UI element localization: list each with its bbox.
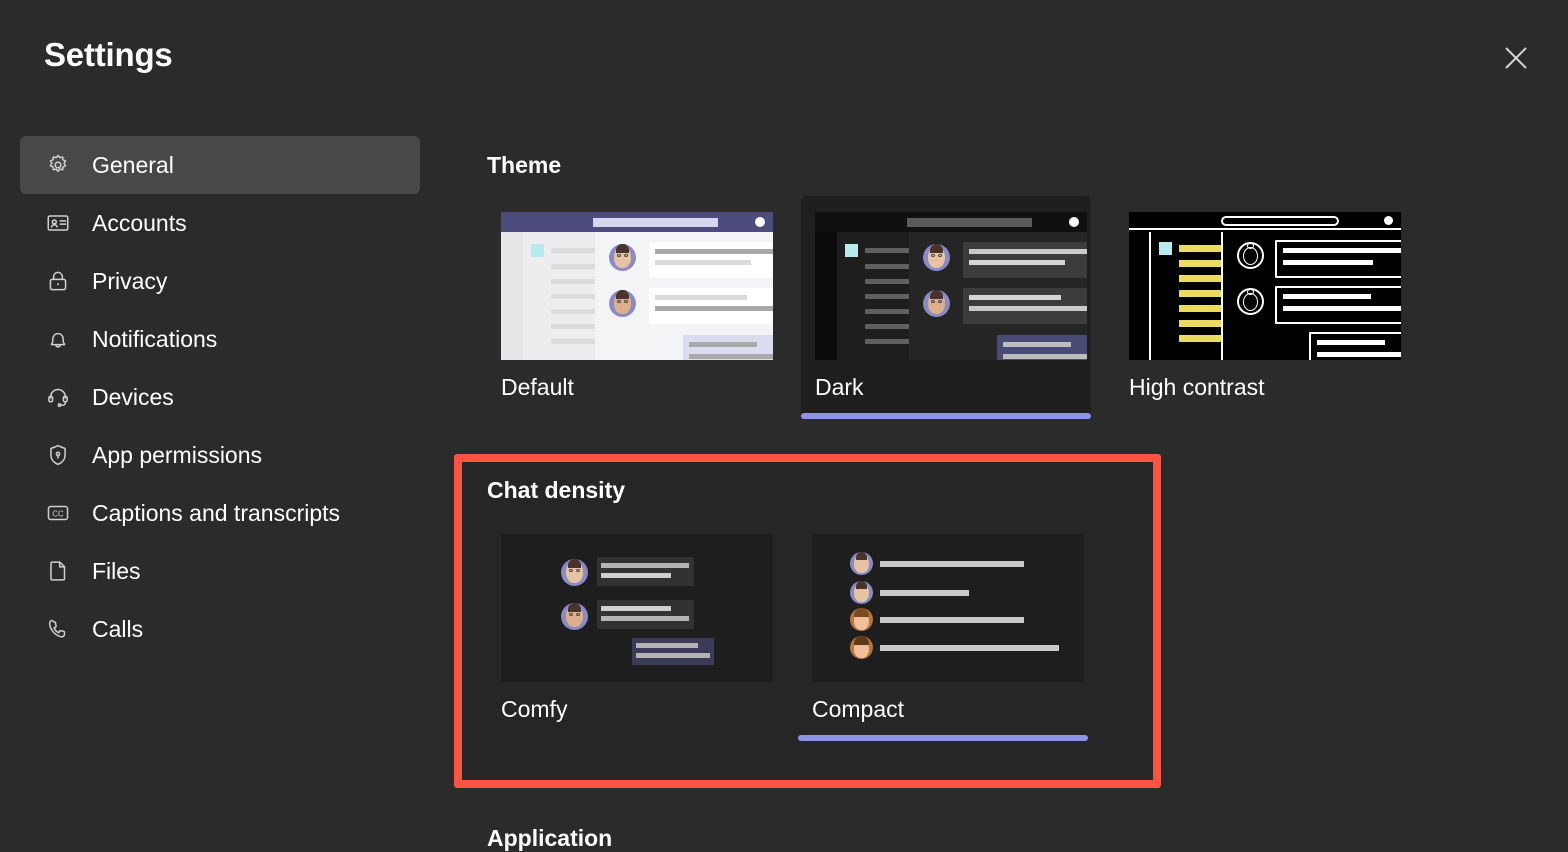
sidebar-item-calls[interactable]: Calls [20, 600, 420, 658]
chat-density-option-label: Comfy [501, 696, 568, 722]
sidebar-item-captions-and-transcripts[interactable]: CC Captions and transcripts [20, 484, 420, 542]
gear-icon [44, 151, 72, 179]
sidebar-item-label: Files [92, 557, 141, 584]
shield-icon [44, 441, 72, 469]
high-contrast-app-preview [1129, 212, 1401, 360]
sidebar-item-accounts[interactable]: Accounts [20, 194, 420, 252]
chat-density-option-label: Compact [812, 696, 905, 722]
cc-icon: CC [44, 499, 72, 527]
theme-selected-indicator [801, 413, 1091, 419]
theme-option-default[interactable]: Default [487, 196, 777, 413]
sidebar-item-label: Devices [92, 383, 174, 410]
chat-density-option-compact[interactable]: Compact [798, 520, 1088, 741]
sidebar-item-label: Notifications [92, 325, 218, 352]
theme-option-label: Dark [815, 374, 864, 400]
sidebar-item-label: App permissions [92, 441, 263, 468]
chat-density-section-heading: Chat density [487, 477, 626, 503]
theme-option-high-contrast[interactable]: High contrast [1115, 196, 1405, 413]
sidebar-item-general[interactable]: General [20, 136, 420, 194]
sidebar-item-files[interactable]: Files [20, 542, 420, 600]
sidebar-item-label: Accounts [92, 209, 187, 236]
sidebar-item-notifications[interactable]: Notifications [20, 310, 420, 368]
file-icon [44, 557, 72, 585]
id-card-icon [44, 209, 72, 237]
sidebar-item-devices[interactable]: Devices [20, 368, 420, 426]
page-title: Settings [44, 36, 173, 73]
chat-density-option-comfy[interactable]: Comfy [487, 520, 777, 735]
settings-main-panel: Theme Default Dark High contrast Chat de… [454, 0, 1567, 852]
dark-app-preview [815, 212, 1087, 360]
phone-icon [44, 615, 72, 643]
svg-text:CC: CC [52, 509, 64, 518]
lock-icon [44, 267, 72, 295]
theme-option-dark[interactable]: Dark [801, 196, 1091, 419]
sidebar-item-label: General [92, 151, 174, 178]
sidebar-item-label: Privacy [92, 267, 168, 294]
settings-nav-list: General Accounts Privacy Notifications D… [20, 136, 420, 658]
settings-dialog: Settings General Accounts Privacy Notifi… [0, 0, 1568, 852]
theme-option-label: Default [501, 374, 574, 400]
bell-icon [44, 325, 72, 353]
compact-chat-preview [812, 534, 1084, 682]
headset-icon [44, 383, 72, 411]
sidebar-item-app-permissions[interactable]: App permissions [20, 426, 420, 484]
application-section-heading: Application [487, 825, 613, 851]
light-app-preview [501, 212, 773, 360]
sidebar-item-label: Calls [92, 615, 144, 642]
comfy-chat-preview [501, 534, 773, 682]
theme-section-heading: Theme [487, 152, 562, 178]
sidebar-item-privacy[interactable]: Privacy [20, 252, 420, 310]
sidebar-item-label: Captions and transcripts [92, 499, 341, 526]
theme-option-label: High contrast [1129, 374, 1265, 400]
chat-density-selected-indicator [798, 735, 1088, 741]
